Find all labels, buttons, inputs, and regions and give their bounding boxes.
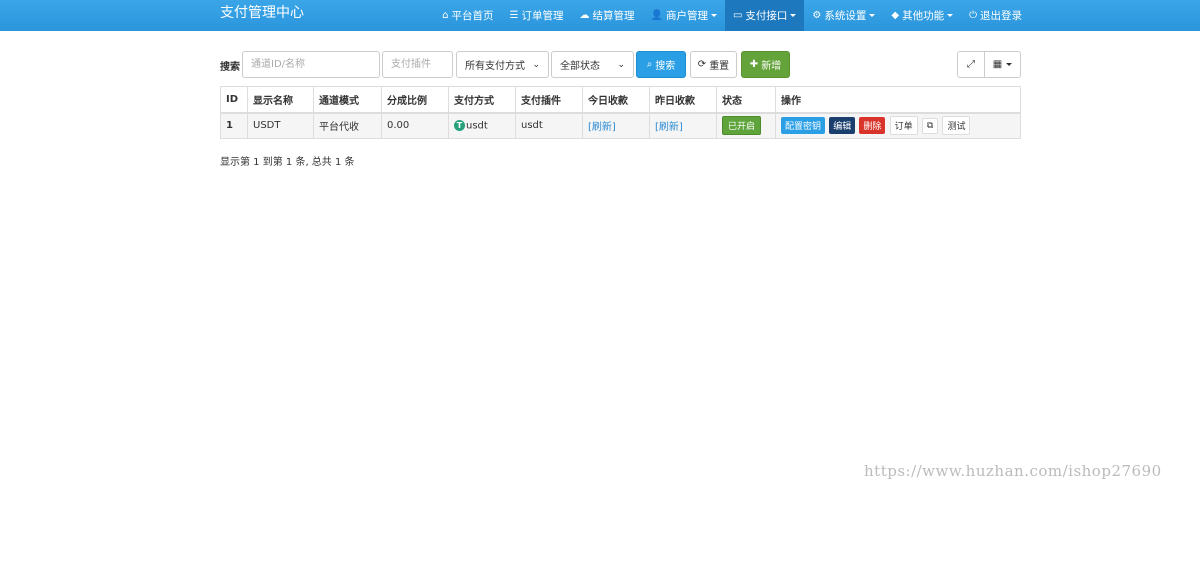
add-button[interactable]: ✚ 新增 <box>741 51 790 78</box>
status-select[interactable]: 全部状态 ⌄ <box>551 51 634 78</box>
top-navbar: 支付管理中心 ⌂ 平台首页 ☰ 订单管理 ☁ 结算管理 👤 商户管理 ▭ 支付接… <box>0 0 1200 31</box>
nav-settlement[interactable]: ☁ 结算管理 <box>572 0 643 31</box>
col-method[interactable]: 支付方式 <box>448 86 516 114</box>
plus-icon: ✚ <box>749 59 759 70</box>
credit-card-icon: ▭ <box>732 10 743 21</box>
fullscreen-icon: ⤢ <box>967 59 975 70</box>
cell-id: 1 <box>220 112 248 139</box>
col-actions: 操作 <box>775 86 1021 114</box>
col-status[interactable]: 状态 <box>716 86 776 114</box>
user-icon: 👤 <box>650 10 663 21</box>
nav-other-label: 其他功能 <box>902 10 945 22</box>
config-key-button[interactable]: 配置密钥 <box>781 117 826 135</box>
refresh-today-link[interactable]: [刷新] <box>588 122 616 133</box>
search-label: 搜索 <box>220 62 240 73</box>
pagination-info: 显示第 1 到第 1 条, 总共 1 条 <box>220 157 355 168</box>
delete-button[interactable]: 删除 <box>859 117 886 135</box>
search-button[interactable]: ⌕ 搜索 <box>636 51 686 78</box>
copy-button[interactable]: ⧉ <box>921 117 939 134</box>
channels-table: ID 显示名称 通道模式 分成比例 支付方式 支付插件 今日收款 昨日收款 状态… <box>220 86 1021 139</box>
orders-button[interactable]: 订单 <box>889 116 918 136</box>
nav-orders-label: 订单管理 <box>521 10 564 22</box>
nav-logout-label: 退出登录 <box>980 10 1022 22</box>
col-yesterday[interactable]: 昨日收款 <box>649 86 717 114</box>
reset-button[interactable]: ⟳ 重置 <box>690 51 737 78</box>
search-icon: ⌕ <box>646 59 653 70</box>
nav-system-settings-label: 系统设置 <box>824 10 867 22</box>
cell-yesterday: [刷新] <box>649 112 717 139</box>
refresh-icon: ⟳ <box>697 59 707 70</box>
payment-method-value: 所有支付方式 <box>465 61 525 72</box>
columns-toggle-button[interactable]: ▦ <box>985 51 1021 78</box>
status-badge[interactable]: 已开启 <box>722 116 762 136</box>
nav-merchants[interactable]: 👤 商户管理 <box>643 0 725 31</box>
payment-method-select[interactable]: 所有支付方式 ⌄ <box>456 51 549 78</box>
main-nav: ⌂ 平台首页 ☰ 订单管理 ☁ 结算管理 👤 商户管理 ▭ 支付接口 ⚙ 系统设… <box>434 0 1030 31</box>
nav-other[interactable]: ◆ 其他功能 <box>883 0 961 31</box>
cell-mode: 平台代收 <box>313 112 382 139</box>
copy-icon: ⧉ <box>926 120 934 131</box>
col-plugin[interactable]: 支付插件 <box>515 86 583 114</box>
caret-down-icon <box>947 14 954 17</box>
method-label: usdt <box>466 120 488 132</box>
brand-title[interactable]: 支付管理中心 <box>220 4 304 22</box>
gear-icon: ⚙ <box>812 10 822 21</box>
nav-home[interactable]: ⌂ 平台首页 <box>434 0 501 31</box>
power-icon: ⏻ <box>969 10 977 21</box>
cell-plugin: usdt <box>515 112 583 139</box>
home-icon: ⌂ <box>442 10 449 21</box>
refresh-yesterday-link[interactable]: [刷新] <box>655 122 683 133</box>
caret-down-icon <box>710 14 717 17</box>
cell-status: 已开启 <box>716 112 776 139</box>
nav-home-label: 平台首页 <box>451 10 494 22</box>
caret-down-icon <box>1006 63 1013 66</box>
test-button[interactable]: 测试 <box>942 116 971 136</box>
nav-settlement-label: 结算管理 <box>592 10 635 22</box>
table-header-row: ID 显示名称 通道模式 分成比例 支付方式 支付插件 今日收款 昨日收款 状态… <box>220 86 1021 114</box>
cell-actions: 配置密钥 编辑 删除 订单 ⧉ 测试 <box>775 112 1021 139</box>
caret-down-icon <box>869 14 876 17</box>
cloud-icon: ☁ <box>579 10 590 21</box>
reset-button-label: 重置 <box>709 61 730 72</box>
fullscreen-button[interactable]: ⤢ <box>957 51 985 78</box>
watermark-text: https://www.huzhan.com/ishop27690 <box>864 462 1162 480</box>
cell-today: [刷新] <box>582 112 650 139</box>
status-select-value: 全部状态 <box>560 61 600 72</box>
cell-name: USDT <box>247 112 314 139</box>
nav-logout[interactable]: ⏻ 退出登录 <box>961 0 1030 31</box>
add-button-label: 新增 <box>761 61 782 72</box>
caret-down-icon <box>790 14 797 17</box>
cell-method: Tusdt <box>448 112 516 139</box>
search-toolbar: 搜索 所有支付方式 ⌄ 全部状态 ⌄ ⌕ 搜索 ⟳ 重置 ✚ 新增 ⤢ ▦ <box>220 51 1021 78</box>
chevron-down-icon: ⌄ <box>532 59 540 70</box>
cube-icon: ◆ <box>891 10 900 21</box>
table-row: 1 USDT 平台代收 0.00 Tusdt usdt [刷新] [刷新] 已开… <box>220 112 1021 139</box>
search-button-label: 搜索 <box>655 61 676 72</box>
grid-icon: ▦ <box>992 59 1003 70</box>
nav-orders[interactable]: ☰ 订单管理 <box>502 0 572 31</box>
col-name[interactable]: 显示名称 <box>247 86 314 114</box>
col-mode[interactable]: 通道模式 <box>313 86 382 114</box>
nav-payment-interface-label: 支付接口 <box>745 10 788 22</box>
chevron-down-icon: ⌄ <box>617 59 625 70</box>
list-icon: ☰ <box>509 10 519 21</box>
nav-system-settings[interactable]: ⚙ 系统设置 <box>804 0 883 31</box>
col-today[interactable]: 今日收款 <box>582 86 650 114</box>
channel-id-input[interactable] <box>242 51 380 78</box>
nav-merchants-label: 商户管理 <box>665 10 708 22</box>
col-rate[interactable]: 分成比例 <box>381 86 449 114</box>
tether-icon: T <box>454 120 465 131</box>
col-id[interactable]: ID <box>220 86 248 114</box>
edit-button[interactable]: 编辑 <box>829 117 856 135</box>
plugin-input[interactable] <box>382 51 453 78</box>
nav-payment-interface[interactable]: ▭ 支付接口 <box>724 0 805 31</box>
cell-rate: 0.00 <box>381 112 449 139</box>
